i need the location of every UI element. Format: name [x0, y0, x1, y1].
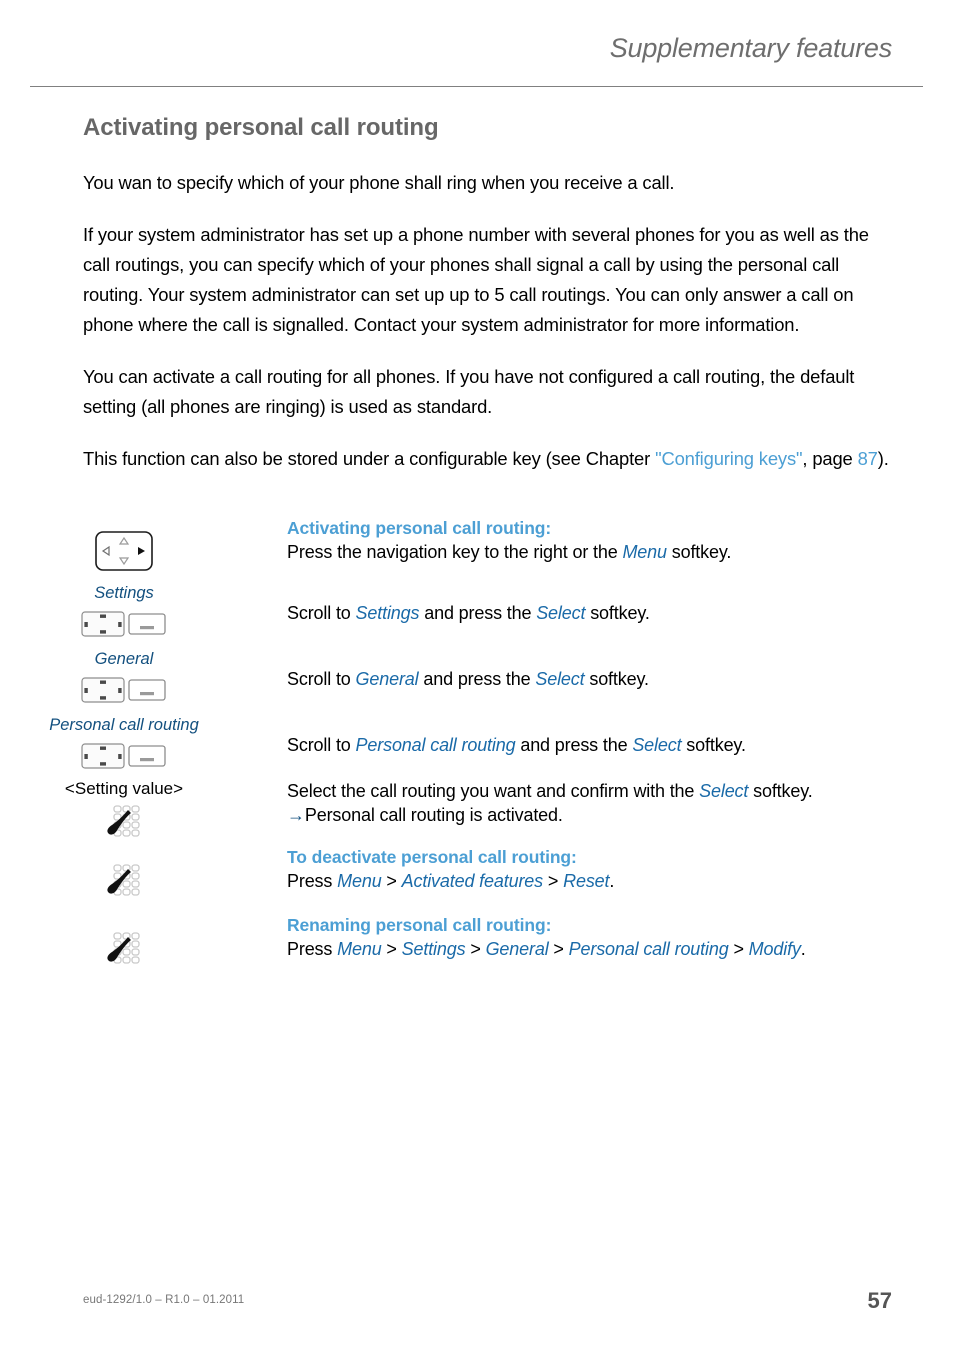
step-text: Scroll to Settings and press the Select …: [287, 601, 927, 625]
body-paragraph-1: You wan to specify which of your phone s…: [83, 172, 675, 193]
menu-path-label-personal-call-routing: Personal call routing: [49, 716, 199, 734]
step-text: Scroll to Personal call routing and pres…: [287, 733, 927, 757]
step-text-segment: and press the: [419, 603, 537, 623]
menu-item-menu: Menu: [337, 871, 382, 891]
keypad-handset-icon-svg: [107, 864, 140, 896]
menu-path-separator: >: [381, 939, 402, 959]
step-instruction-column: Scroll to General and press the Select s…: [287, 667, 927, 691]
footer-document-reference: eud-1292/1.0 – R1.0 – 01.2011: [83, 1294, 245, 1306]
step-text-segment: .: [800, 939, 806, 959]
navigation-key-softkey-icon-svg: [81, 611, 166, 637]
header-divider-rule: [30, 86, 923, 87]
softkey-name-select: Select: [535, 669, 585, 689]
setting-value-placeholder-label: <Setting value>: [64, 779, 184, 798]
step-instruction-column: Scroll to Personal call routing and pres…: [287, 733, 927, 757]
step-text-segment: Press the navigation key to the right or…: [287, 542, 623, 562]
paragraph-4-text-after: ).: [877, 448, 889, 469]
running-head-title: Supplementary features: [609, 33, 892, 63]
result-arrow-icon: →: [287, 805, 305, 825]
step-text: Scroll to General and press the Select s…: [287, 667, 927, 691]
step-text: Press Menu > Settings > General > Person…: [287, 937, 927, 961]
step-instruction-column: Scroll to Settings and press the Select …: [287, 601, 927, 625]
menu-path-separator: >: [381, 871, 402, 891]
step-text-segment: Scroll to: [287, 603, 356, 623]
step-text-segment: Scroll to: [287, 669, 356, 689]
keypad-handset-icon-svg: [107, 932, 140, 964]
menu-item-modify: Modify: [748, 939, 801, 959]
navigation-key-softkey-icon: [0, 609, 248, 639]
step-instruction-column: To deactivate personal call routing: Pre…: [287, 846, 927, 893]
navigation-key-large-icon-svg: [95, 531, 153, 571]
softkey-name-select: Select: [699, 781, 749, 801]
step-text-segment: and press the: [515, 735, 633, 755]
step-instruction-column: Activating personal call routing: Press …: [287, 517, 927, 564]
cross-reference-page-link-87[interactable]: 87: [858, 448, 878, 469]
cross-reference-link-configuring-keys[interactable]: "Configuring keys": [655, 448, 802, 469]
step-result-text: Personal call routing is activated.: [304, 805, 563, 825]
paragraph-4-text-mid: , page: [802, 448, 858, 469]
softkey-name-select: Select: [536, 603, 586, 623]
navigation-key-softkey-icon-svg: [81, 743, 166, 769]
softkey-name-menu: Menu: [622, 542, 667, 562]
keypad-handset-icon: [0, 804, 248, 838]
step-text-segment: softkey.: [666, 542, 732, 562]
menu-item-activated-features: Activated features: [401, 871, 544, 891]
step-text: Press the navigation key to the right or…: [287, 540, 927, 564]
menu-path-separator: >: [465, 939, 486, 959]
paragraph-4-text-before: This function can also be stored under a…: [83, 448, 656, 469]
keypad-handset-icon-svg: [107, 805, 140, 837]
menu-path-label-general: General: [94, 650, 154, 668]
step-text-segment: softkey.: [585, 603, 650, 623]
step-instruction-column: Select the call routing you want and con…: [287, 779, 927, 827]
menu-item-reset: Reset: [563, 871, 610, 891]
keypad-handset-icon: [0, 863, 248, 897]
step-instruction-column: Renaming personal call routing: Press Me…: [287, 914, 927, 961]
step-text-segment: softkey.: [748, 781, 813, 801]
navigation-key-softkey-icon: [0, 675, 248, 705]
menu-item-personal-call-routing: Personal call routing: [568, 939, 729, 959]
step-text-segment: Press: [287, 871, 338, 891]
step-text: Select the call routing you want and con…: [287, 779, 927, 803]
step-text-segment: .: [609, 871, 615, 891]
body-paragraph-4: This function can also be stored under a…: [83, 444, 895, 474]
step-text-segment: Scroll to: [287, 735, 356, 755]
document-content: Activating personal call routing You wan…: [83, 114, 895, 474]
step-heading: Renaming personal call routing:: [287, 915, 552, 935]
step-text-segment: softkey.: [681, 735, 746, 755]
step-result: →Personal call routing is activated.: [287, 803, 927, 827]
softkey-name-select: Select: [632, 735, 682, 755]
menu-item-personal-call-routing: Personal call routing: [355, 735, 516, 755]
step-text-segment: Press: [287, 939, 338, 959]
navigation-key-softkey-icon: [0, 741, 248, 771]
menu-path-separator: >: [728, 939, 749, 959]
menu-item-general: General: [355, 669, 419, 689]
step-heading: Activating personal call routing:: [287, 518, 552, 538]
page-header: Supplementary features: [0, 0, 954, 88]
menu-path-label-settings: Settings: [94, 584, 154, 602]
step-heading: To deactivate personal call routing:: [287, 847, 577, 867]
menu-item-settings: Settings: [355, 603, 420, 623]
menu-item-settings: Settings: [401, 939, 466, 959]
step-text: Press Menu > Activated features > Reset.: [287, 869, 927, 893]
keypad-handset-icon: [0, 931, 248, 965]
body-paragraph-2: If your system administrator has set up …: [83, 224, 869, 335]
step-text-segment: and press the: [418, 669, 536, 689]
navigation-key-softkey-icon-svg: [81, 677, 166, 703]
navigation-key-large-icon: [0, 531, 248, 571]
footer-page-number: 57: [867, 1288, 892, 1313]
body-paragraph-3: You can activate a call routing for all …: [83, 366, 855, 417]
step-text-segment: Select the call routing you want and con…: [287, 781, 700, 801]
page-footer: eud-1292/1.0 – R1.0 – 01.2011 57: [0, 1288, 954, 1328]
page-title: Activating personal call routing: [83, 114, 439, 141]
menu-item-menu: Menu: [337, 939, 382, 959]
menu-path-separator: >: [543, 871, 564, 891]
menu-path-separator: >: [548, 939, 569, 959]
menu-item-general: General: [485, 939, 549, 959]
step-text-segment: softkey.: [584, 669, 649, 689]
